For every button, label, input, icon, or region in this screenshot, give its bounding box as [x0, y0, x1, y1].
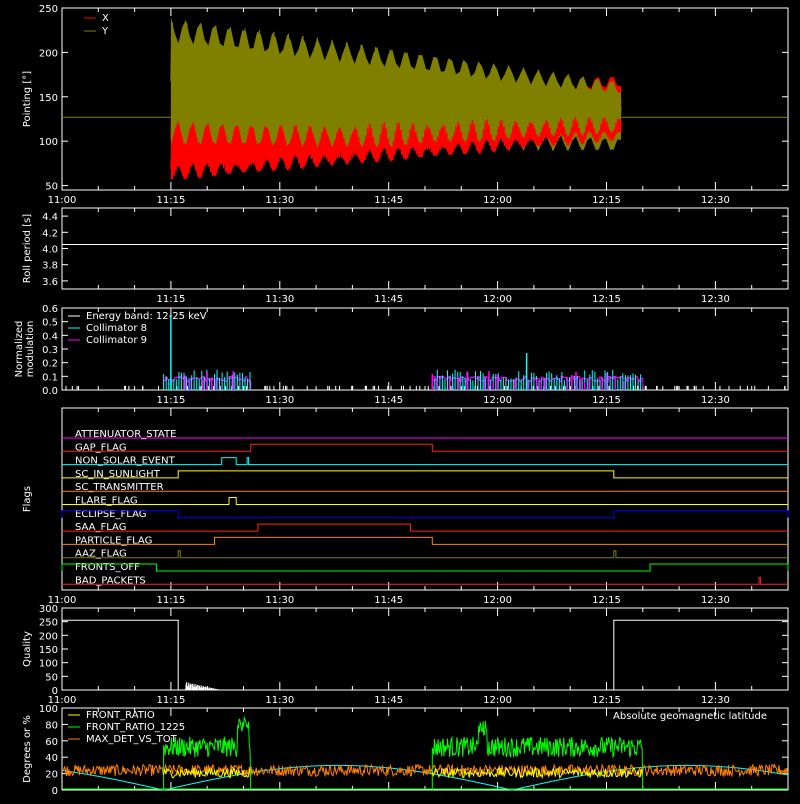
y-axis-label: Normalizedmodulation — [14, 321, 36, 378]
x-tick-label: 11:15 — [156, 595, 185, 606]
y-tick-label: 50 — [45, 182, 58, 193]
flag-particle-flag-trace — [62, 536, 788, 545]
panel-pointing: 50 100 150 200 250 11:00 11:15 11:30 11:45 12:00 1… — [22, 4, 789, 206]
y-tick-label: 200 — [39, 48, 58, 59]
legend-entry: X — [102, 13, 109, 24]
x-tick-label: 11:45 — [374, 294, 403, 305]
quality-line — [62, 619, 788, 691]
y-axis-label: Flags — [22, 486, 33, 512]
x-tick-label: 11:15 — [156, 395, 185, 406]
x-tick-label: 11:15 — [156, 294, 185, 305]
x-tick-label: 12:30 — [701, 294, 730, 305]
x-tick-label: 11:45 — [374, 695, 403, 706]
y-tick-label: 100 — [39, 137, 58, 148]
x-tick-label: 12:15 — [592, 395, 621, 406]
x-tick-label: 12:15 — [592, 695, 621, 706]
y-tick-label: 0.4 — [42, 331, 58, 342]
y-tick-label: 250 — [39, 4, 58, 15]
flag-eclipse-flag-trace — [61, 510, 789, 519]
x-tick-label: 11:30 — [265, 294, 294, 305]
y-axis-label: Pointing [°] — [22, 71, 33, 127]
y-axis-label-line: modulation — [25, 321, 36, 378]
x-tick-label: 12:15 — [592, 294, 621, 305]
y-tick-label: 4.2 — [42, 228, 58, 239]
x-tick-label: 11:30 — [265, 695, 294, 706]
figure: 50 100 150 200 250 11:00 11:15 11:30 11:45 12:00 1… — [0, 0, 800, 800]
y-tick-label: 250 — [39, 618, 58, 629]
y-axis-label-line: Normalized — [14, 321, 25, 378]
x-tick-label: 12:30 — [701, 695, 730, 706]
x-tick-label: 12:00 — [483, 294, 512, 305]
y-tick-label: 3.6 — [42, 277, 58, 288]
x-tick-label: 12:15 — [592, 195, 621, 206]
panel-flags: 11:00 11:15 11:30 11:45 12:00 12:15 12:30Flags… — [22, 407, 789, 606]
y-tick-label: 0.6 — [42, 304, 58, 315]
x-tick-label: 11:15 — [156, 195, 185, 206]
x-tick-label: 11:00 — [48, 195, 77, 206]
legend-entry: Y — [101, 26, 109, 37]
panel-modulation: 0.0 0.1 0.2 0.3 0.4 0.5 0.6 11:15 11:30 11:45 12:0… — [14, 304, 789, 406]
y-tick-label: 150 — [39, 645, 58, 656]
chart-canvas: 5010015020025011:00 11:15 11:30 11:45 12:00 1… — [14, 4, 789, 797]
x-tick-label: 11:30 — [265, 395, 294, 406]
legend-entry: MAX_DET_VS_TOT — [86, 734, 178, 745]
y-axis-label: Roll period [s] — [22, 214, 33, 283]
y-axis-label: Quality — [22, 631, 33, 667]
panel-ratios: 0 20 40 60 80 100 Degrees or % FRONT_RATIOFRONT… — [22, 704, 789, 797]
flag-flare-flag-trace — [62, 497, 788, 505]
y-tick-label: 100 — [39, 704, 58, 715]
legend-entry: FRONT_RATIO_1225 — [86, 722, 185, 733]
y-tick-label: 0.2 — [42, 359, 58, 370]
x-tick-label: 12:15 — [592, 595, 621, 606]
legend-entry: Energy band: 12-25 keV — [86, 311, 207, 322]
y-tick-label: 0.5 — [42, 318, 58, 329]
x-tick-label: 11:45 — [374, 395, 403, 406]
y-tick-label: 50 — [45, 672, 58, 683]
flag-gap-flag-trace — [62, 443, 788, 452]
x-tick-label: 11:45 — [374, 595, 403, 606]
y-tick-label: 0 — [52, 786, 58, 797]
legend-entry: Collimator 9 — [86, 335, 147, 346]
x-tick-label: 12:30 — [701, 595, 730, 606]
legend-entry: Collimator 8 — [86, 323, 147, 334]
panel-quality: 05010015020025030011:00 11:15 11:30 11:45 12… — [22, 604, 789, 706]
flag-sc-in-sunlight-trace — [62, 470, 788, 479]
y-tick-label: 0.3 — [42, 345, 58, 356]
x-tick-label: 12:00 — [483, 695, 512, 706]
x-tick-label: 12:00 — [483, 595, 512, 606]
y-tick-label: 4.4 — [42, 212, 58, 223]
flag-saa-flag-trace — [62, 523, 788, 532]
x-tick-label: 11:45 — [374, 195, 403, 206]
panel-roll: 3.6 3.8 4.0 4.2 4.4 11:15 11:30 11:45 12:00 12:15… — [22, 207, 789, 305]
y-tick-label: 40 — [45, 753, 58, 764]
y-tick-label: 100 — [39, 659, 58, 670]
flag-aaz-flag-trace — [62, 550, 788, 559]
x-tick-label: 12:30 — [701, 395, 730, 406]
flag-fronts-off-trace — [61, 563, 789, 572]
x-tick-label: 12:30 — [701, 195, 730, 206]
x-tick-label: 11:30 — [265, 195, 294, 206]
y-tick-label: 60 — [45, 737, 58, 748]
annotation-geomagnetic-latitude: Absolute geomagnetic latitude — [613, 711, 767, 722]
y-tick-label: 80 — [45, 720, 58, 731]
x-tick-label: 11:30 — [265, 595, 294, 606]
y-axis-label: Degrees or % — [22, 715, 33, 783]
y-tick-label: 200 — [39, 631, 58, 642]
x-tick-label: 11:15 — [156, 695, 185, 706]
x-tick-label: 12:00 — [483, 395, 512, 406]
panel-frame — [61, 207, 789, 290]
y-tick-label: 0.1 — [42, 372, 58, 383]
y-tick-label: 20 — [45, 770, 58, 781]
y-tick-label: 4.0 — [42, 245, 58, 256]
y-tick-label: 300 — [39, 604, 58, 615]
y-tick-label: 3.8 — [42, 261, 58, 272]
y-tick-label: 150 — [39, 93, 58, 104]
legend-entry: FRONT_RATIO — [86, 710, 155, 721]
y-tick-label: 0.0 — [42, 386, 58, 397]
x-tick-label: 12:00 — [483, 195, 512, 206]
